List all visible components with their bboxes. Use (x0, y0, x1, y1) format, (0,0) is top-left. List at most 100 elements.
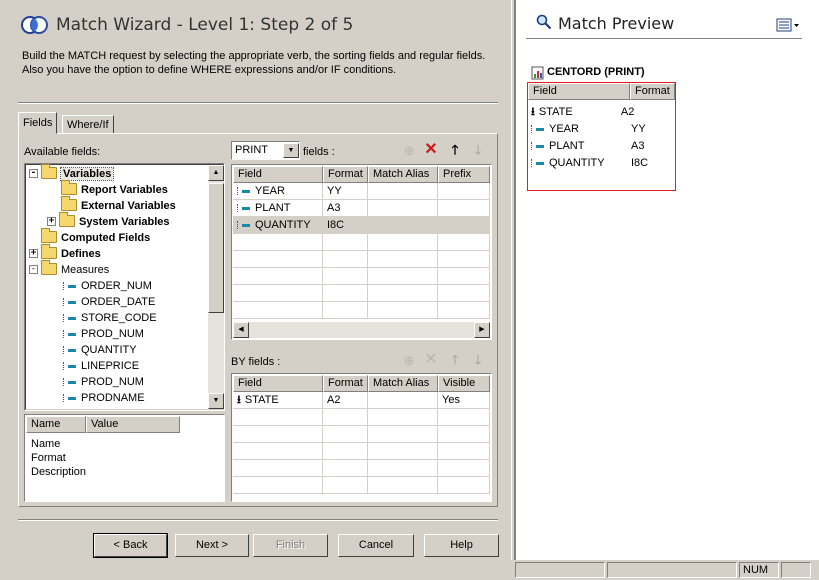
tree-item[interactable]: - Variables (29, 164, 115, 182)
scroll-down-icon[interactable]: ▼ (208, 393, 224, 409)
tree-item[interactable]: + System Variables (47, 212, 170, 230)
tree-item[interactable]: PROD_NUM (63, 374, 144, 390)
preview-title: Match Preview (558, 14, 675, 33)
table-row[interactable] (233, 426, 490, 443)
field-icon (63, 378, 77, 387)
by-col-header[interactable]: Format (323, 375, 368, 392)
table-row[interactable]: YEAR YY (233, 183, 490, 200)
next-button[interactable]: Next > (175, 534, 249, 557)
tab-where-if[interactable]: Where/If (62, 115, 114, 133)
tree-item[interactable]: Report Variables (61, 180, 168, 198)
preview-table-header: Field Format (528, 83, 675, 100)
help-button[interactable]: Help (424, 534, 499, 557)
scroll-left-icon[interactable]: ◀ (233, 322, 249, 338)
table-cell (438, 183, 490, 200)
properties-header: Name Value (26, 416, 180, 433)
properties-grid: Name Value Name Format Description (24, 414, 225, 502)
tree-item[interactable]: STORE_CODE (63, 310, 157, 326)
tab-fields-label: Fields (23, 117, 53, 129)
table-cell (233, 426, 323, 443)
tree-item[interactable]: PRODNAME (63, 390, 145, 406)
fields-col-header[interactable]: Match Alias (368, 166, 438, 183)
table-cell (368, 392, 438, 409)
back-button[interactable]: < Back (93, 533, 168, 558)
tree-vertical-scrollbar[interactable]: ▲ ▼ (208, 165, 224, 409)
tree-item-label: System Variables (79, 216, 170, 228)
table-row[interactable]: ⭳ STATE A2 Yes (233, 392, 490, 409)
sort-down-icon: ⭳ (237, 394, 241, 406)
tree-item[interactable]: External Variables (61, 196, 176, 214)
fields-col-header[interactable]: Field (233, 166, 323, 183)
by-col-header[interactable]: Field (233, 375, 323, 392)
expand-icon[interactable]: + (29, 248, 38, 258)
table-cell (323, 302, 368, 319)
tree-item-label: QUANTITY (81, 344, 137, 356)
table-row[interactable] (233, 234, 490, 251)
by-fields-grid[interactable]: Field Format Match Alias Visible ⭳ STATE A2 Yes (231, 373, 492, 502)
tree-item[interactable]: QUANTITY (63, 342, 137, 358)
table-row[interactable] (233, 268, 490, 285)
num-lock-indicator: NUM (739, 562, 779, 578)
add-field-icon[interactable]: ⊕ (401, 143, 417, 159)
table-row[interactable] (233, 285, 490, 302)
preview-divider (526, 38, 802, 39)
table-cell: QUANTITY (233, 217, 323, 234)
status-cell-4 (781, 562, 811, 578)
collapse-icon[interactable]: - (29, 264, 38, 274)
fields-horizontal-scrollbar[interactable]: ◀ ▶ (233, 322, 490, 338)
table-cell (323, 251, 368, 268)
match-logo-icon (21, 16, 48, 34)
tree-item[interactable]: ORDER_NUM (63, 278, 152, 294)
folder-icon (61, 196, 77, 212)
tree-item[interactable]: PROD_NUM (63, 326, 144, 342)
tree-item[interactable]: + Defines (29, 244, 101, 262)
table-cell (233, 477, 323, 494)
property-name: Name (31, 438, 61, 450)
tree-item-label: PROD_NUM (81, 376, 144, 388)
table-row[interactable] (233, 460, 490, 477)
table-cell (438, 217, 490, 234)
table-cell: I8C (323, 217, 368, 234)
finish-button[interactable]: Finish (253, 534, 328, 557)
fields-grid[interactable]: Field Format Match Alias Prefix YEAR YY PLANT A… (231, 164, 492, 340)
table-cell (368, 443, 438, 460)
table-row[interactable] (233, 251, 490, 268)
by-add-icon[interactable]: ⊕ (401, 353, 417, 369)
by-col-header[interactable]: Match Alias (368, 375, 438, 392)
tree-item[interactable]: - Measures (29, 260, 109, 278)
table-row[interactable] (233, 409, 490, 426)
by-delete-icon[interactable]: ✕ (423, 352, 439, 368)
collapse-icon[interactable]: - (29, 168, 38, 178)
table-row[interactable] (233, 302, 490, 319)
table-cell (438, 409, 490, 426)
by-move-down-icon[interactable]: 🡓 (470, 352, 486, 368)
preview-row: YEAR YY (531, 121, 671, 137)
verb-select[interactable]: PRINT ▼ (231, 141, 300, 160)
table-row[interactable]: QUANTITY I8C (233, 217, 490, 234)
view-options-icon[interactable] (776, 17, 802, 33)
delete-icon[interactable]: ✕ (423, 142, 439, 158)
chevron-down-icon[interactable]: ▼ (283, 143, 299, 158)
fields-col-header[interactable]: Format (323, 166, 368, 183)
move-up-icon[interactable]: 🡑 (447, 142, 463, 158)
preview-field: STATE (538, 106, 573, 118)
table-row[interactable] (233, 443, 490, 460)
table-row[interactable]: PLANT A3 (233, 200, 490, 217)
scroll-up-icon[interactable]: ▲ (208, 165, 224, 181)
by-fields-label: BY fields : (231, 356, 281, 368)
table-row[interactable] (233, 477, 490, 494)
scroll-thumb[interactable] (208, 183, 224, 313)
tree-item-label: STORE_CODE (81, 312, 157, 324)
cell-field: PLANT (255, 202, 291, 214)
expand-icon[interactable]: + (47, 216, 56, 226)
scroll-right-icon[interactable]: ▶ (474, 322, 490, 338)
available-fields-tree[interactable]: - Variables Report Variables External Varia… (24, 163, 225, 411)
move-down-icon[interactable]: 🡓 (470, 142, 486, 158)
tab-fields[interactable]: Fields (18, 112, 58, 134)
fields-col-header[interactable]: Prefix (438, 166, 490, 183)
by-col-header[interactable]: Visible (438, 375, 490, 392)
tree-item[interactable]: ORDER_DATE (63, 294, 155, 310)
by-move-up-icon[interactable]: 🡑 (447, 352, 463, 368)
tree-item[interactable]: LINEPRICE (63, 358, 139, 374)
cancel-button[interactable]: Cancel (338, 534, 414, 557)
